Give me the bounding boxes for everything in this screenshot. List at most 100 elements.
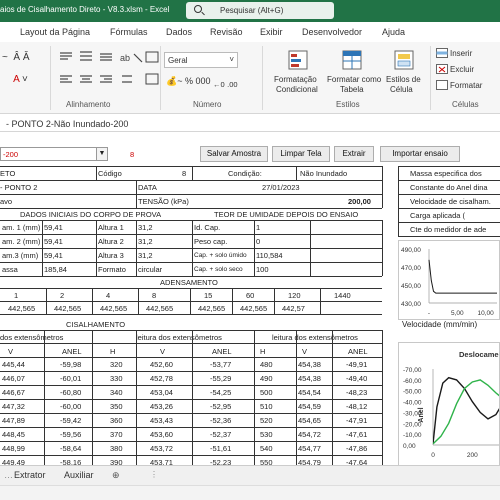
cell-styles-icon: [394, 50, 414, 70]
sheet-tab-extrator[interactable]: Extrator: [14, 470, 46, 480]
formula-bar[interactable]: - PONTO 2-Não Inundado-200: [0, 116, 500, 132]
y-tick-label: -10,00: [403, 432, 422, 439]
date-label: DATA: [138, 183, 157, 192]
sheet-tabs: … Extrator Auxiliar ⊕ ⋮: [0, 465, 500, 485]
velocity-label: Velocidade (mm/min): [402, 320, 478, 329]
shear-cell: 448,45: [2, 430, 25, 439]
consolidation-time: 60: [246, 291, 255, 300]
font-color-button[interactable]: A ˅: [2, 74, 28, 85]
parameter-label: Velocidade de cisalham.: [410, 197, 491, 206]
sheet-tab-auxiliar[interactable]: Auxiliar: [64, 470, 94, 480]
shear-cell: 454,65: [298, 416, 321, 425]
shear-column-header: ANEL: [212, 347, 232, 356]
shear-cell: -60,01: [60, 374, 82, 383]
shear-cell: -52,36: [210, 416, 232, 425]
shear-cell: -48,23: [346, 388, 368, 397]
shear-column-header: ANEL: [62, 347, 82, 356]
shear-cell: 454,77: [298, 444, 321, 453]
scroll-tabs-icon[interactable]: …: [4, 470, 13, 480]
tab-view[interactable]: Exibir: [260, 27, 283, 37]
initial-cell-e: Cap. + solo úmido: [194, 252, 247, 259]
search-icon: [194, 5, 202, 13]
shear-cell: -47,64: [346, 458, 368, 465]
stress-value: 200,00: [348, 197, 371, 206]
shear-cell: -59,56: [60, 430, 82, 439]
add-sheet-icon[interactable]: ⊕: [112, 470, 120, 481]
displacement-chart[interactable]: Deslocame -70,00 -60,00 -50,00 -40,00 -30,00-…: [398, 342, 500, 465]
shear-cell: 453,60: [150, 430, 173, 439]
shear-cell: 480: [260, 360, 273, 369]
svg-text:ab: ab: [120, 53, 130, 63]
worksheet[interactable]: -200 ▼ 8 Salvar Amostra Limpar Tela Extr…: [0, 138, 500, 465]
tab-help[interactable]: Ajuda: [382, 27, 405, 37]
parameter-label: Massa especifica dos: [410, 169, 482, 178]
currency-percent-buttons[interactable]: 💰~ % 000 ←0 .00: [166, 76, 238, 89]
shear-cell: -49,91: [346, 360, 368, 369]
shear-cell: -47,91: [346, 416, 368, 425]
shear-cell: 320: [110, 360, 123, 369]
displacement-series-line-1: [433, 379, 499, 445]
shear-column-header: V: [160, 347, 166, 356]
initial-cell-c: Altura 1: [98, 223, 124, 232]
tab-developer[interactable]: Desenvolvedor: [302, 27, 362, 37]
x-tick-label: 200: [467, 452, 478, 459]
shear-cell: -54,25: [210, 388, 232, 397]
shear-cell: 446,07: [2, 374, 25, 383]
tab-data[interactable]: Dados: [166, 27, 192, 37]
shear-column-header: V: [8, 347, 14, 356]
format-label: Formatar: [450, 81, 483, 90]
y-tick-label: -40,00: [403, 400, 422, 407]
parameter-label: Carga aplicada (: [410, 211, 466, 220]
window-title: aios de Cisalhamento Direto - V8.3.xlsm …: [0, 5, 170, 14]
point-name: - PONTO 2: [0, 183, 38, 192]
sample-selector[interactable]: -200 ▼: [0, 147, 108, 161]
save-sample-button[interactable]: Salvar Amostra: [200, 146, 268, 162]
extract-button[interactable]: Extrair: [334, 146, 374, 162]
parameter-label: Constante do Anel dina: [410, 183, 488, 192]
y-tick-label: 490,00: [401, 247, 421, 254]
tab-formulas[interactable]: Fórmulas: [110, 27, 148, 37]
tab-page-layout[interactable]: Layout da Página: [20, 27, 90, 37]
chevron-down-icon: ˅: [229, 55, 234, 64]
shear-cell: -58,16: [60, 458, 82, 465]
project-name: ETO: [0, 169, 16, 178]
shear-cell: 452,60: [150, 360, 173, 369]
x-tick-label: 0: [431, 452, 435, 459]
shear-cell: 390: [110, 458, 123, 465]
initial-cell-d: circular: [138, 265, 163, 274]
delete-label: Excluir: [450, 65, 475, 74]
font-size-arrows[interactable]: ~ Â Ǎ: [2, 52, 30, 63]
tab-review[interactable]: Revisão: [210, 27, 243, 37]
shear-cell: 510: [260, 402, 273, 411]
shear-cell: 446,67: [2, 388, 25, 397]
format-icon: [436, 80, 448, 90]
consolidation-time: 4: [106, 291, 111, 300]
shear-cell: 453,72: [150, 444, 173, 453]
number-format-select[interactable]: Geral ˅: [164, 52, 238, 68]
cell-styles-label-2: Célula: [390, 85, 413, 94]
consolidation-chart[interactable]: 490,00 470,00 450,00 430,00- 5,00 10,00: [398, 240, 500, 320]
import-test-button[interactable]: Importar ensaio: [380, 146, 460, 162]
shear-cell: 490: [260, 374, 273, 383]
shear-cell: 500: [260, 388, 273, 397]
y-tick-label: 450,00: [401, 283, 421, 290]
shear-cell: 454,38: [298, 360, 321, 369]
shear-cell: 447,89: [2, 416, 25, 425]
shear-cell: 453,26: [150, 402, 173, 411]
initial-cell-a: assa: [2, 265, 18, 274]
shear-cell: -60,80: [60, 388, 82, 397]
x-tick-label: -: [428, 310, 430, 317]
consolidation-value: 442,565: [240, 304, 268, 313]
more-options-icon[interactable]: ⋮: [150, 470, 158, 479]
insert-label: Inserir: [450, 49, 473, 58]
clear-screen-button[interactable]: Limpar Tela: [272, 146, 330, 162]
shear-cell: 380: [110, 444, 123, 453]
initial-cell-b: 185,84: [44, 265, 67, 274]
shear-cell: 452,78: [150, 374, 173, 383]
styles-group-label: Estilos: [336, 100, 360, 109]
chevron-down-icon[interactable]: ▼: [96, 148, 107, 160]
search-box[interactable]: Pesquisar (Alt+G): [186, 2, 334, 19]
shear-cell: 454,38: [298, 374, 321, 383]
shear-title: CISALHAMENTO: [66, 320, 126, 329]
shear-cell: 520: [260, 416, 273, 425]
